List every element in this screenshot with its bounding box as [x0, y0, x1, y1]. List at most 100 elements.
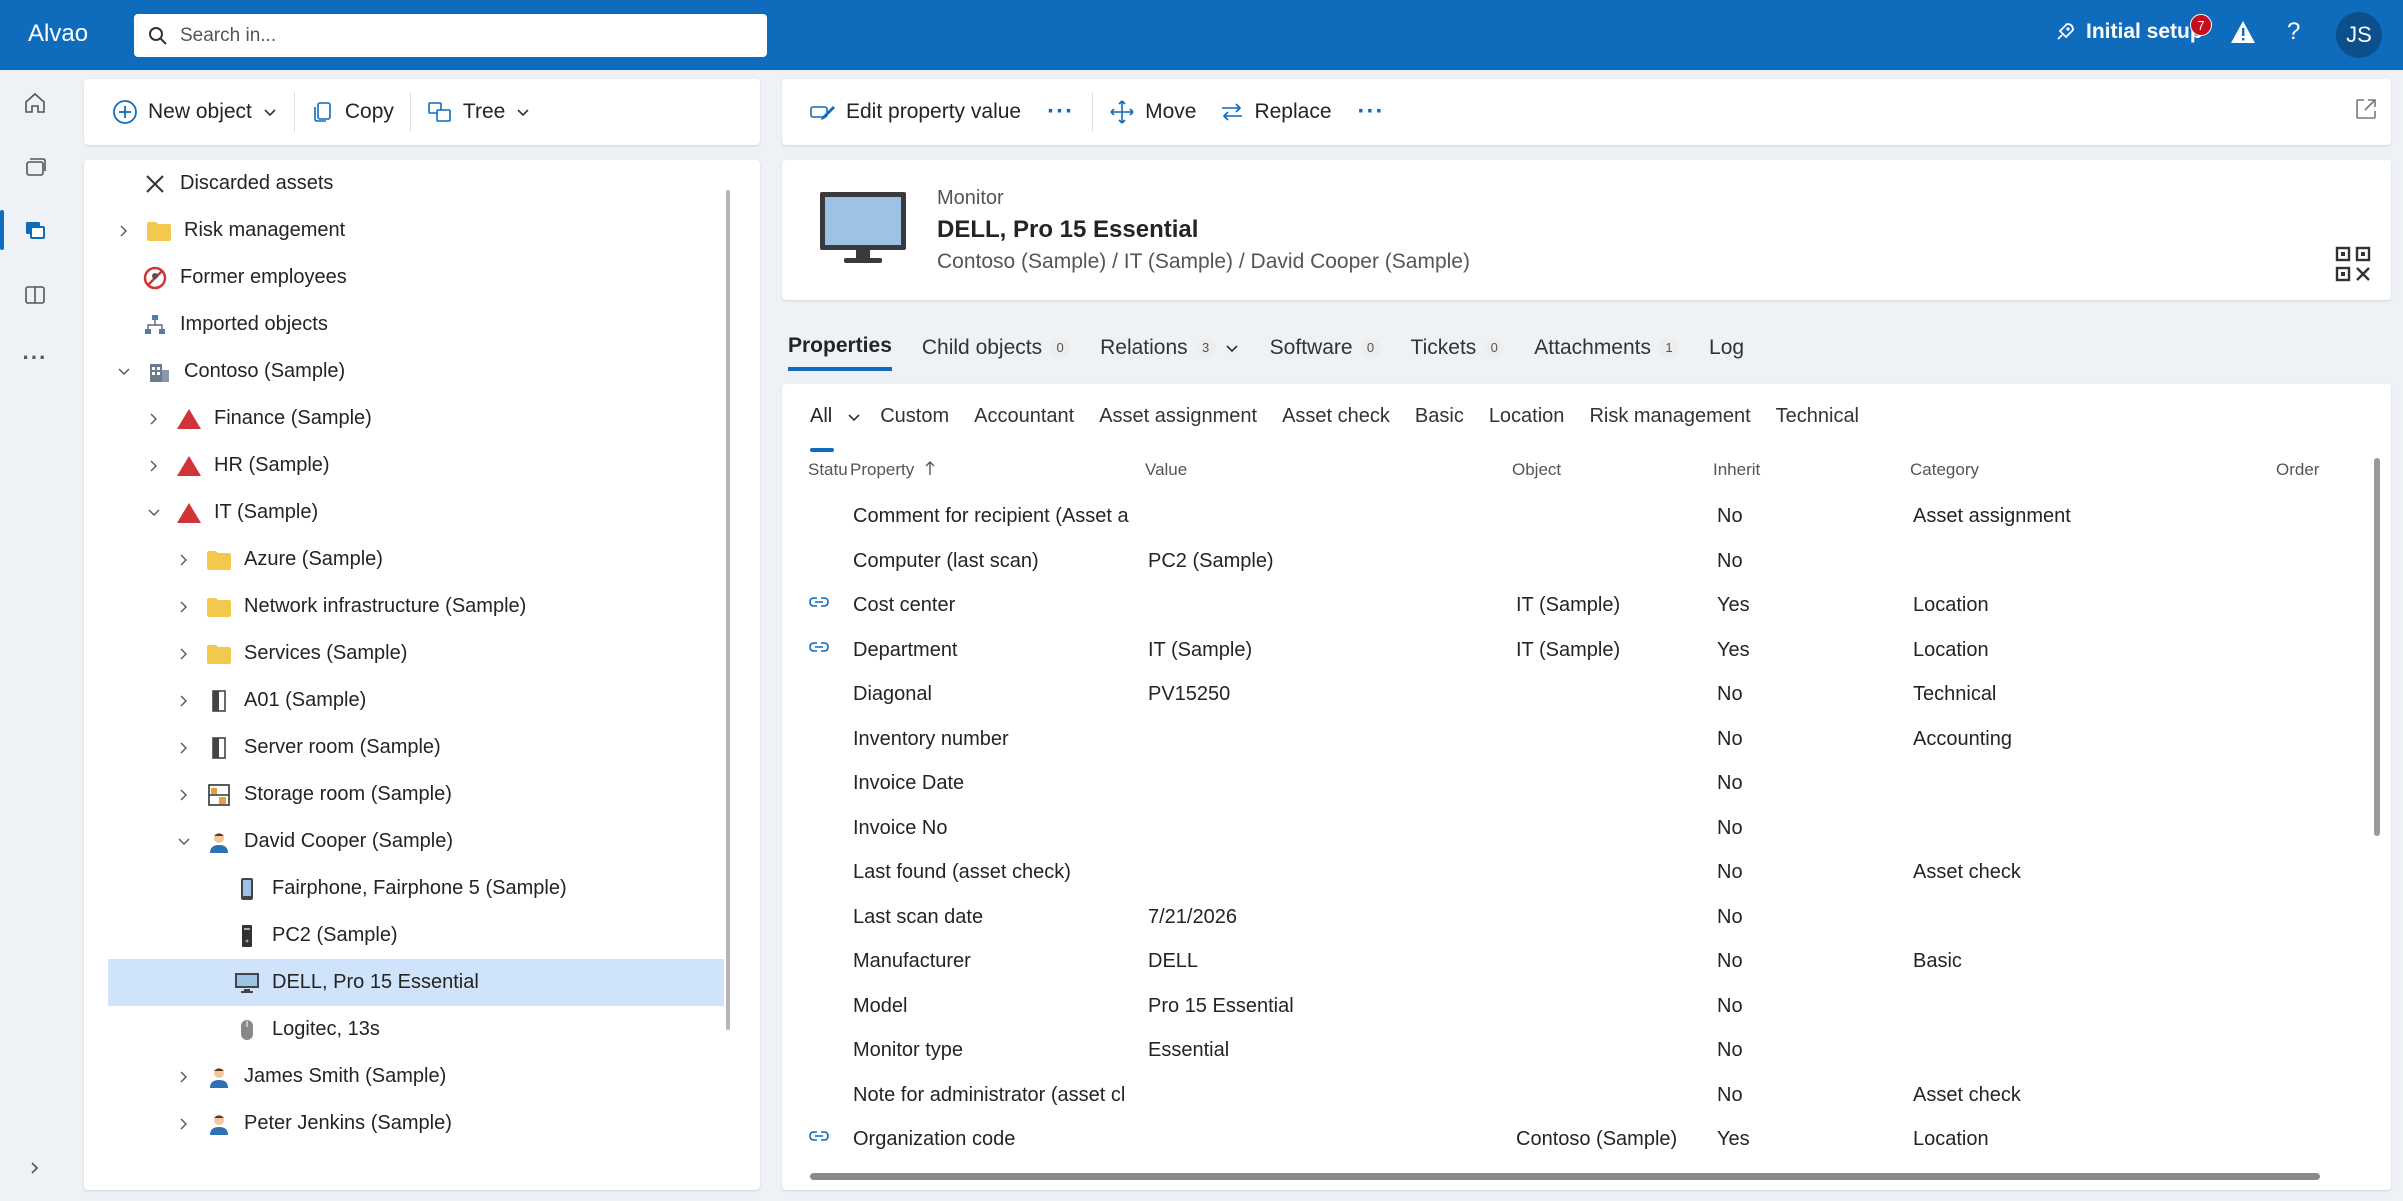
chevron-down-icon[interactable] [1224, 340, 1240, 356]
app-brand[interactable]: Alvao [28, 20, 88, 48]
tree-item[interactable]: Fairphone, Fairphone 5 (Sample) [84, 865, 784, 912]
qr-code-icon[interactable] [2335, 246, 2371, 287]
table-row[interactable]: Department IT (Sample) IT (Sample) Yes Locat… [788, 629, 2348, 673]
new-object-button[interactable]: New object [100, 92, 290, 132]
table-row[interactable]: Comment for recipient (Asset a No Asset as… [788, 495, 2348, 539]
expand-rail-icon[interactable] [20, 1153, 50, 1183]
chevron-right-icon[interactable] [144, 456, 164, 476]
table-row[interactable]: Monitor type Essential No [788, 1029, 2348, 1073]
tab-software[interactable]: Software 0 [1270, 325, 1381, 371]
copy-button[interactable]: Copy [299, 92, 406, 132]
grid-vertical-scrollbar[interactable] [2374, 458, 2380, 836]
tree-item[interactable]: PC2 (Sample) [84, 912, 784, 959]
tree-item[interactable]: Storage room (Sample) [84, 771, 784, 818]
chevron-right-icon[interactable] [174, 738, 194, 758]
chevron-right-icon[interactable] [174, 691, 194, 711]
chevron-right-icon[interactable] [174, 785, 194, 805]
column-header-status[interactable]: Statu [808, 460, 848, 490]
tab-relations[interactable]: Relations 3 [1100, 325, 1240, 371]
search-input[interactable] [180, 24, 740, 47]
chevron-right-icon[interactable] [174, 550, 194, 570]
grid-horizontal-scrollbar[interactable] [810, 1173, 2320, 1180]
book-icon[interactable] [20, 280, 50, 310]
filter-risk-management[interactable]: Risk management [1589, 405, 1750, 428]
home-icon[interactable] [20, 88, 50, 118]
table-row[interactable]: Diagonal PV15250 No Technical [788, 673, 2348, 717]
chevron-down-icon[interactable] [144, 503, 164, 523]
tree-item[interactable]: Former employees [84, 254, 784, 301]
chevron-down-icon[interactable] [846, 409, 862, 425]
tree-item[interactable]: Peter Jenkins (Sample) [84, 1100, 784, 1147]
column-header-value[interactable]: Value [1145, 460, 1187, 490]
tree-item[interactable]: Server room (Sample) [84, 724, 784, 771]
tree-item-selected[interactable]: DELL, Pro 15 Essential [108, 959, 724, 1006]
move-button[interactable]: Move [1097, 92, 1208, 132]
tab-tickets[interactable]: Tickets 0 [1411, 325, 1505, 371]
tree-item[interactable]: Services (Sample) [84, 630, 784, 677]
tree-button[interactable]: Tree [415, 92, 543, 132]
chevron-right-icon[interactable] [114, 221, 134, 241]
chevron-right-icon[interactable] [174, 644, 194, 664]
table-row[interactable]: Inventory number No Accounting [788, 718, 2348, 762]
table-row[interactable]: Cost center IT (Sample) Yes Location [788, 584, 2348, 628]
table-row[interactable]: Model Pro 15 Essential No [788, 985, 2348, 1029]
tree-item[interactable]: David Cooper (Sample) [84, 818, 784, 865]
tab-child-objects[interactable]: Child objects 0 [922, 325, 1071, 371]
tree-item[interactable]: Contoso (Sample) [84, 348, 784, 395]
tree-item[interactable]: IT (Sample) [84, 489, 784, 536]
chevron-right-icon[interactable] [174, 1114, 194, 1134]
filter-all[interactable]: All [810, 405, 832, 428]
replace-button[interactable]: Replace [1208, 92, 1343, 132]
tree-item[interactable]: Finance (Sample) [84, 395, 784, 442]
warning-icon[interactable] [2230, 20, 2256, 49]
filter-custom[interactable]: Custom [880, 405, 949, 428]
tree-item[interactable]: Network infrastructure (Sample) [84, 583, 784, 630]
more-actions-button[interactable]: ··· [1344, 98, 1399, 126]
layers-icon[interactable] [20, 152, 50, 182]
filter-location[interactable]: Location [1489, 405, 1565, 428]
tree-item[interactable]: Discarded assets [84, 160, 784, 207]
chevron-right-icon[interactable] [174, 1067, 194, 1087]
user-avatar[interactable]: JS [2336, 12, 2382, 58]
tree-item[interactable]: James Smith (Sample) [84, 1053, 784, 1100]
tab-attachments[interactable]: Attachments 1 [1534, 325, 1680, 371]
filter-technical[interactable]: Technical [1776, 405, 1859, 428]
tree-item[interactable]: Risk management [84, 207, 784, 254]
tree-item[interactable]: HR (Sample) [84, 442, 784, 489]
column-header-object[interactable]: Object [1512, 460, 1561, 490]
object-breadcrumb[interactable]: Contoso (Sample) / IT (Sample) / David C… [937, 250, 1470, 274]
chevron-down-icon[interactable] [174, 832, 194, 852]
chevron-right-icon[interactable] [144, 409, 164, 429]
initial-setup-button[interactable]: Initial setup [2054, 20, 2203, 44]
tree-item[interactable]: Imported objects [84, 301, 784, 348]
column-header-property[interactable]: Property [850, 460, 936, 490]
filter-basic[interactable]: Basic [1415, 405, 1464, 428]
tab-log[interactable]: Log [1709, 325, 1744, 371]
edit-property-value-button[interactable]: Edit property value [798, 92, 1033, 132]
chevron-right-icon[interactable] [174, 597, 194, 617]
table-row[interactable]: Note for administrator (asset cl No Asset … [788, 1074, 2348, 1118]
filter-asset-assignment[interactable]: Asset assignment [1099, 405, 1257, 428]
more-actions-button[interactable]: ··· [1033, 98, 1088, 126]
table-row[interactable]: Organization code Contoso (Sample) Yes Loca… [788, 1118, 2348, 1162]
tree-item[interactable]: Logitec, 13s [84, 1006, 784, 1053]
table-row[interactable]: Manufacturer DELL No Basic [788, 940, 2348, 984]
table-row[interactable]: Invoice Date No [788, 762, 2348, 806]
tab-properties[interactable]: Properties [788, 325, 892, 371]
table-row[interactable]: Last found (asset check) No Asset check [788, 851, 2348, 895]
column-header-inherit[interactable]: Inherit [1713, 460, 1760, 490]
more-icon[interactable]: ··· [20, 343, 50, 373]
table-row[interactable]: Last scan date 7/21/2026 No [788, 896, 2348, 940]
table-row[interactable]: Invoice No No [788, 807, 2348, 851]
column-header-category[interactable]: Category [1910, 460, 1979, 490]
help-button[interactable]: ? [2287, 18, 2300, 46]
tree-item[interactable]: A01 (Sample) [84, 677, 784, 724]
filter-accountant[interactable]: Accountant [974, 405, 1074, 428]
open-in-new-window-icon[interactable] [2354, 97, 2378, 126]
table-row[interactable]: Computer (last scan) PC2 (Sample) No [788, 540, 2348, 584]
filter-asset-check[interactable]: Asset check [1282, 405, 1390, 428]
column-header-order[interactable]: Order [2276, 460, 2319, 490]
chevron-down-icon[interactable] [114, 362, 134, 382]
tree-item[interactable]: Azure (Sample) [84, 536, 784, 583]
search-box[interactable] [134, 14, 767, 57]
